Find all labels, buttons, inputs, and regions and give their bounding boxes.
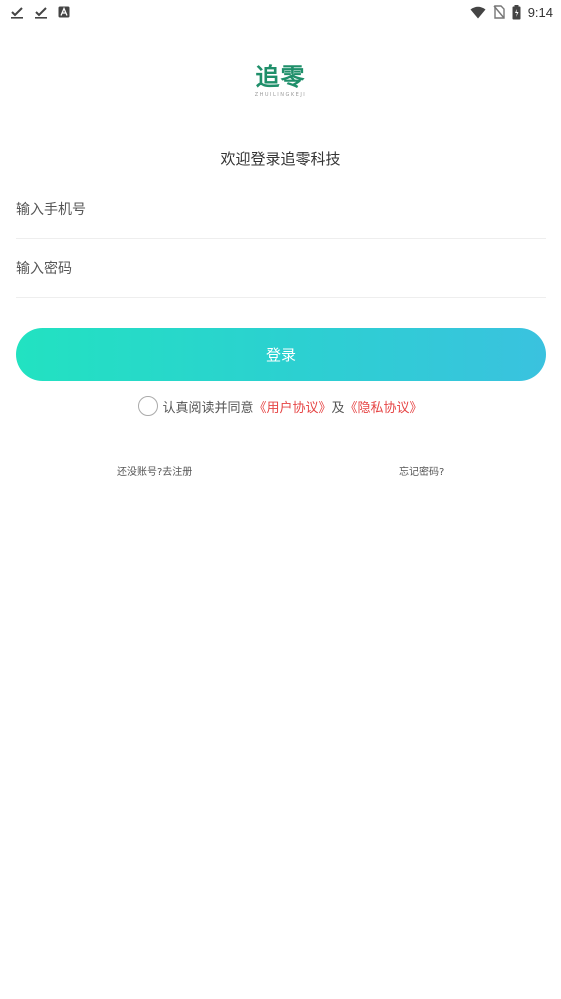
phone-input[interactable]: [16, 181, 546, 238]
agreement-checkbox[interactable]: [138, 396, 159, 416]
user-agreement-link[interactable]: 《用户协议》: [253, 397, 331, 416]
phone-field[interactable]: [16, 181, 546, 239]
forgot-password-link[interactable]: 忘记密码?: [399, 463, 444, 478]
logo-subtitle: ZHUILINGKEJI: [254, 92, 307, 98]
status-time: 9:14: [527, 4, 553, 20]
status-left: [10, 5, 70, 19]
agreement-conjunction: 及: [331, 400, 345, 416]
password-input[interactable]: [16, 240, 546, 297]
register-link[interactable]: 还没账号?去注册: [117, 463, 192, 478]
welcome-title: 欢迎登录追零科技: [220, 150, 341, 168]
privacy-policy-link[interactable]: 《隐私协议》: [345, 397, 423, 416]
battery-icon: [512, 4, 521, 20]
app-logo: 追零 ZHUILINGKEJI: [0, 62, 561, 98]
agreement-prefix: 认真阅读并同意: [162, 400, 254, 416]
status-bar: 9:14: [0, 0, 561, 24]
wifi-icon: [470, 6, 486, 19]
no-sim-icon: [493, 5, 505, 19]
agreement-row: 认真阅读并同意 《用户协议》 及 《隐私协议》: [0, 396, 561, 416]
login-button[interactable]: 登录: [16, 328, 546, 381]
logo-text: 追零: [255, 62, 306, 91]
a-notification-icon: [58, 6, 70, 18]
download-complete-icon: [34, 5, 48, 19]
status-right: 9:14: [470, 4, 553, 20]
download-complete-icon: [10, 5, 24, 19]
password-field[interactable]: [16, 240, 546, 298]
